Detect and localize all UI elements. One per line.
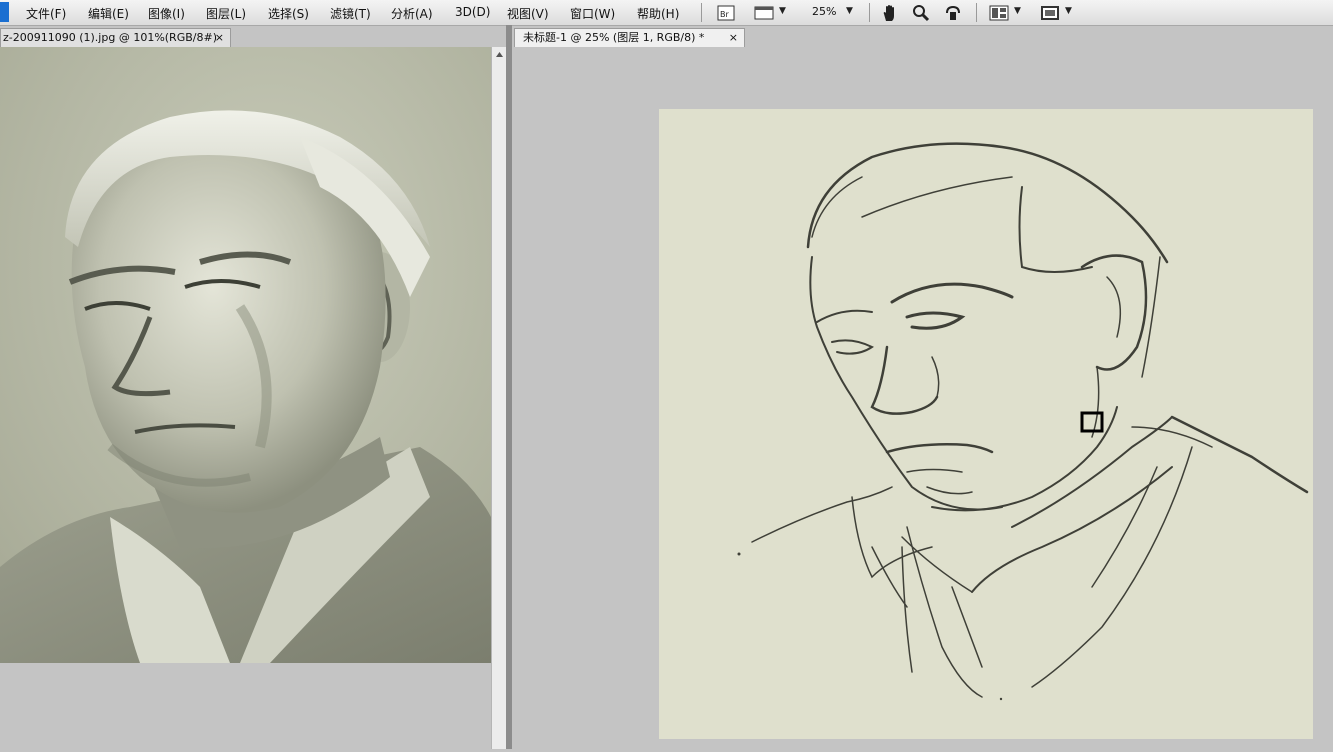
vertical-scrollbar[interactable]	[491, 47, 507, 749]
hand-icon[interactable]	[880, 4, 900, 21]
close-icon[interactable]: ×	[729, 29, 738, 47]
canvas-document-pane	[512, 47, 1333, 749]
menu-window[interactable]: 窗口(W)	[570, 5, 615, 22]
toolbar-separator	[976, 3, 977, 22]
tab-label: z-200911090 (1).jpg @ 101%(RGB/8#)	[3, 31, 217, 44]
menu-3d[interactable]: 3D(D)	[455, 5, 490, 19]
fit-screen-icon[interactable]	[1039, 4, 1061, 21]
rotate-view-icon[interactable]	[943, 4, 963, 21]
menu-select[interactable]: 选择(S)	[268, 5, 309, 22]
menu-filter[interactable]: 滤镜(T)	[330, 5, 371, 22]
menu-image[interactable]: 图像(I)	[148, 5, 185, 22]
svg-text:Br: Br	[720, 10, 729, 19]
zoom-chevron-down-icon[interactable]: ▼	[846, 6, 853, 16]
reference-portrait-photo[interactable]	[0, 47, 491, 663]
scroll-up-arrow-icon[interactable]	[492, 47, 507, 61]
menu-layer[interactable]: 图层(L)	[206, 5, 246, 22]
close-icon[interactable]: ×	[215, 29, 224, 47]
photoshop-logo-icon[interactable]	[0, 2, 9, 22]
tab-untitled-canvas[interactable]: 未标题-1 @ 25% (图层 1, RGB/8) * ×	[514, 28, 745, 47]
menu-view[interactable]: 视图(V)	[507, 5, 549, 22]
menu-file[interactable]: 文件(F)	[26, 5, 66, 22]
toolbar-separator	[869, 3, 870, 22]
menu-analysis[interactable]: 分析(A)	[391, 5, 433, 22]
zoom-level[interactable]: 25%	[812, 5, 836, 18]
menu-help[interactable]: 帮助(H)	[637, 5, 679, 22]
screen-mode-chevron-down-icon[interactable]: ▼	[779, 6, 786, 16]
toolbar-separator	[701, 3, 702, 22]
bridge-icon[interactable]: Br	[716, 4, 736, 21]
sketch-canvas[interactable]	[512, 47, 1333, 749]
tab-label: 未标题-1 @ 25% (图层 1, RGB/8) *	[523, 31, 705, 44]
arrange-chevron-down-icon[interactable]: ▼	[1014, 6, 1021, 16]
fit-screen-chevron-down-icon[interactable]: ▼	[1065, 6, 1072, 16]
tab-reference-photo[interactable]: z-200911090 (1).jpg @ 101%(RGB/8#) ×	[0, 28, 231, 47]
menu-bar: 文件(F) 编辑(E) 图像(I) 图层(L) 选择(S) 滤镜(T) 分析(A…	[0, 0, 1333, 26]
arrange-icon[interactable]	[988, 4, 1010, 21]
zoom-icon[interactable]	[911, 4, 931, 21]
menu-edit[interactable]: 编辑(E)	[88, 5, 129, 22]
reference-document-pane	[0, 47, 491, 749]
screen-mode-icon[interactable]	[753, 4, 775, 21]
canvas-surface	[659, 109, 1313, 739]
